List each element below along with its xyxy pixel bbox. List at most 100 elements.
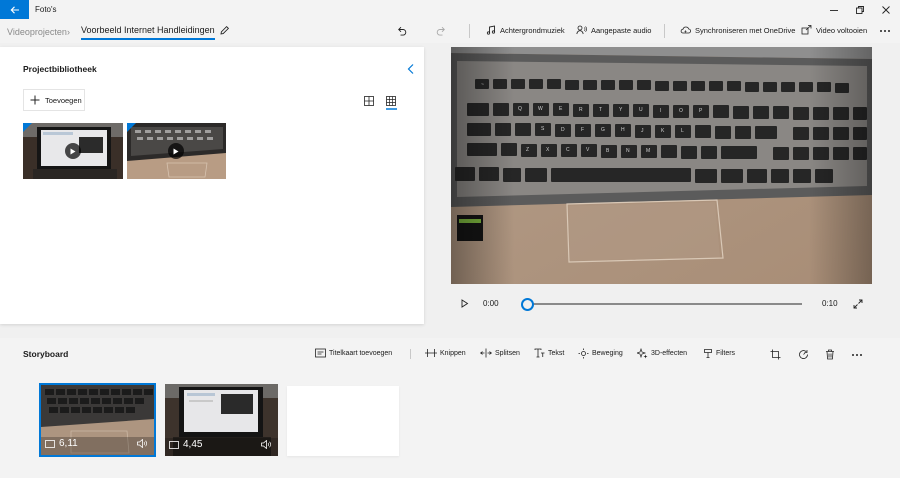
library-thumbnail[interactable]: [127, 123, 226, 179]
delete-button[interactable]: [825, 349, 835, 360]
speed-button[interactable]: [798, 349, 809, 360]
storyboard-title: Storyboard: [23, 349, 69, 359]
grid-view-small-button[interactable]: [386, 96, 397, 110]
video-preview[interactable]: ~QWERTYUIOP SDFGHJKL ZXCVBNM: [451, 47, 872, 284]
back-button[interactable]: [0, 0, 29, 19]
custom-audio-label: Aangepaste audio: [591, 25, 652, 35]
motion-label: Beweging: [592, 350, 623, 357]
filters-label: Filters: [716, 350, 736, 357]
storyboard-clip[interactable]: 4,45: [165, 384, 278, 456]
sync-onedrive-label: Synchroniseren met OneDrive: [695, 25, 796, 35]
command-separator: [664, 24, 665, 38]
in-use-marker: [23, 123, 32, 132]
person-audio-icon: [576, 25, 587, 35]
command-separator: [469, 24, 470, 38]
speed-icon: [799, 350, 808, 359]
tool-separator: [410, 349, 411, 359]
crop-button[interactable]: [770, 349, 781, 360]
motion-button[interactable]: Beweging: [578, 348, 623, 359]
add-title-card-button[interactable]: Titelkaart toevoegen: [315, 348, 392, 358]
collapse-library-button[interactable]: [406, 63, 416, 75]
back-arrow-icon: [10, 5, 19, 14]
expand-icon: [853, 299, 863, 309]
add-title-card-label: Titelkaart toevoegen: [329, 349, 393, 357]
trim-icon: [425, 349, 437, 357]
rename-button[interactable]: [219, 25, 230, 36]
split-button[interactable]: Splitsen: [480, 348, 520, 358]
app-title: Foto's: [35, 5, 57, 14]
play-icon: [168, 143, 184, 159]
close-icon: [882, 5, 890, 14]
music-note-icon: [486, 25, 496, 35]
add-media-button[interactable]: Toevoegen: [23, 89, 85, 111]
undo-button[interactable]: [396, 25, 407, 36]
volume-icon: [137, 439, 147, 448]
crop-icon: [770, 349, 781, 360]
trash-icon: [826, 349, 834, 360]
text-label: Tekst: [548, 349, 565, 357]
video-frame-icon: [45, 439, 55, 448]
trim-button[interactable]: Knippen: [425, 348, 466, 358]
3d-effects-button[interactable]: 3D-effecten: [637, 348, 687, 359]
storyboard-clip[interactable]: 6,11: [39, 383, 156, 457]
project-title[interactable]: Voorbeeld Internet Handleidingen: [81, 25, 215, 40]
title-bar: [0, 0, 900, 19]
clip-duration: 4,45: [169, 439, 202, 450]
background-music-label: Achtergrondmuziek: [500, 25, 565, 35]
seek-thumb[interactable]: [521, 298, 534, 311]
finish-video-button[interactable]: Video voltooien: [801, 25, 867, 35]
sparkle-icon: [637, 348, 648, 359]
plus-icon: [30, 95, 40, 105]
text-icon: [534, 348, 545, 358]
play-button[interactable]: [461, 299, 469, 308]
text-button[interactable]: Tekst: [534, 348, 564, 358]
clip-duration-value: 4,45: [183, 439, 203, 450]
add-media-label: Toevoegen: [45, 95, 82, 105]
project-library-title: Projectbibliotheek: [23, 64, 97, 74]
clip-duration-value: 6,11: [59, 438, 78, 449]
clip-volume-button[interactable]: [137, 439, 148, 448]
current-time: 0:00: [483, 299, 499, 308]
3d-effects-label: 3D-effecten: [651, 350, 688, 357]
minimize-icon: [830, 9, 838, 11]
more-icon: [852, 354, 862, 356]
finish-video-label: Video voltooien: [816, 25, 868, 35]
background-music-button[interactable]: Achtergrondmuziek: [486, 25, 565, 35]
preview-frame: ~QWERTYUIOP SDFGHJKL ZXCVBNM: [451, 47, 872, 284]
play-icon: [461, 299, 469, 308]
seek-track[interactable]: [528, 303, 802, 305]
empty-clip-slot[interactable]: [287, 386, 399, 456]
split-label: Splitsen: [495, 349, 520, 357]
clip-volume-button[interactable]: [261, 440, 272, 449]
breadcrumb-root[interactable]: Videoprojecten: [7, 27, 67, 37]
custom-audio-button[interactable]: Aangepaste audio: [576, 25, 651, 35]
filters-button[interactable]: Filters: [703, 348, 735, 359]
redo-button[interactable]: [436, 25, 447, 36]
more-options-button[interactable]: [879, 29, 891, 33]
storyboard-more-button[interactable]: [851, 353, 863, 357]
fullscreen-button[interactable]: [853, 299, 863, 309]
close-button[interactable]: [871, 0, 900, 19]
chevron-left-icon: [407, 64, 414, 74]
split-icon: [480, 348, 492, 358]
filter-icon: [704, 349, 712, 358]
grid-view-large-button[interactable]: [364, 96, 374, 106]
export-icon: [801, 25, 812, 35]
grid-small-icon: [386, 96, 397, 110]
volume-icon: [261, 440, 271, 449]
more-icon: [880, 30, 890, 32]
pencil-icon: [220, 25, 230, 35]
library-thumbnail[interactable]: [23, 123, 123, 179]
in-use-marker: [127, 123, 136, 132]
undo-icon: [398, 26, 407, 36]
sync-onedrive-button[interactable]: Synchroniseren met OneDrive: [680, 25, 795, 35]
title-card-icon: [315, 348, 326, 358]
restore-icon: [856, 5, 864, 14]
video-frame-icon: [169, 440, 179, 449]
redo-icon: [436, 26, 445, 36]
cloud-sync-icon: [680, 26, 691, 34]
play-icon: [65, 143, 81, 159]
motion-icon: [578, 348, 589, 359]
trim-label: Knippen: [440, 349, 466, 357]
clip-duration: 6,11: [45, 438, 78, 449]
